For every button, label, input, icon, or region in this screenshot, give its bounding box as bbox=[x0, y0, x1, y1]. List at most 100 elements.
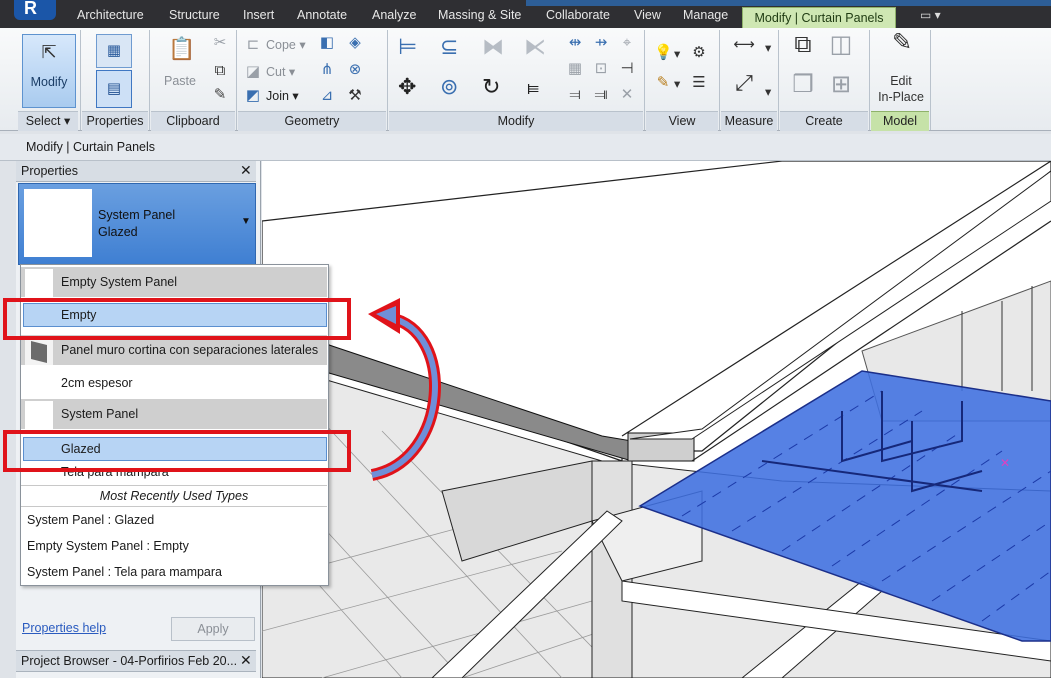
highlight-box-glazed bbox=[3, 430, 351, 472]
match-properties-icon[interactable]: ✎ bbox=[211, 86, 229, 104]
hammer-icon[interactable]: ⚒ bbox=[346, 87, 364, 105]
tab-analyze[interactable]: Analyze bbox=[372, 8, 416, 22]
project-browser-title: Project Browser - 04-Porfirios Feb 20... bbox=[21, 654, 238, 668]
paint-icon[interactable]: ◈ bbox=[346, 34, 364, 52]
highlight-box-empty bbox=[3, 298, 351, 340]
edit-in-place-button[interactable]: ✎ Edit In-Place bbox=[874, 29, 928, 108]
create-similar-icon[interactable]: ⊞ bbox=[826, 73, 856, 97]
paste-icon[interactable]: 📋 bbox=[168, 38, 195, 60]
mru-item[interactable]: Empty System Panel : Empty bbox=[27, 539, 189, 553]
mru-header: Most Recently Used Types bbox=[21, 485, 327, 507]
edit-in-place-icon: ✎ bbox=[891, 29, 913, 56]
paste-button-label[interactable]: Paste bbox=[164, 74, 196, 88]
tab-annotate[interactable]: Annotate bbox=[297, 8, 347, 22]
tab-structure[interactable]: Structure bbox=[169, 8, 220, 22]
application-menu-button[interactable]: R bbox=[14, 0, 56, 20]
mru-item[interactable]: System Panel : Glazed bbox=[27, 513, 154, 527]
close-icon[interactable]: ✕ bbox=[240, 162, 252, 179]
type-option-2cm-espesor[interactable]: 2cm espesor bbox=[21, 368, 327, 398]
copy-icon[interactable]: ⧉ bbox=[211, 62, 229, 80]
properties-toggle-button[interactable]: ▤ bbox=[96, 70, 132, 108]
type-properties-button[interactable]: ▦ bbox=[96, 34, 132, 68]
unpin-icon[interactable]: ⌖ bbox=[618, 34, 636, 52]
svg-text:✕: ✕ bbox=[1000, 456, 1010, 470]
aligned-dimension-icon[interactable]: ⤢ bbox=[726, 72, 762, 94]
chevron-down-icon[interactable]: ▼ bbox=[241, 216, 251, 227]
thin-lines-icon[interactable]: ☰ bbox=[690, 74, 708, 92]
measure-dropdown-arrow[interactable]: ▾ bbox=[765, 40, 771, 55]
options-bar-label: Modify | Curtain Panels bbox=[26, 140, 155, 154]
select-panel-dropdown[interactable]: Select ▾ bbox=[18, 111, 78, 131]
split-face-icon[interactable]: ◧ bbox=[318, 34, 336, 52]
cope-icon[interactable]: ⊏ bbox=[244, 36, 262, 54]
mru-item[interactable]: System Panel : Tela para mampara bbox=[27, 565, 222, 579]
create-parts-icon[interactable]: ◫ bbox=[826, 33, 856, 57]
options-bar: Modify | Curtain Panels bbox=[0, 134, 1051, 161]
align-icon[interactable]: ⊨ bbox=[398, 36, 417, 58]
edit-in-place-label-2: In-Place bbox=[878, 90, 924, 104]
revit-logo-icon: R bbox=[24, 0, 37, 18]
tab-massing-site[interactable]: Massing & Site bbox=[438, 8, 521, 22]
tab-collaborate[interactable]: Collaborate bbox=[546, 8, 610, 22]
create-assembly-icon[interactable]: ⧉ bbox=[788, 33, 818, 57]
split-element-icon[interactable]: ⇹ bbox=[566, 34, 584, 52]
join-icon[interactable]: ◩ bbox=[244, 87, 262, 105]
wall-joins-icon[interactable]: ⋔ bbox=[318, 61, 336, 79]
hide-dropdown-arrow[interactable]: ▾ bbox=[674, 46, 680, 61]
close-icon[interactable]: ✕ bbox=[240, 652, 252, 669]
cursor-arrow-icon: ⇱ bbox=[41, 42, 57, 62]
offset-icon[interactable]: ⊆ bbox=[440, 36, 458, 58]
properties-palette-header: Properties ✕ bbox=[16, 161, 256, 182]
type-thumbnail bbox=[25, 401, 53, 429]
properties-help-link[interactable]: Properties help bbox=[22, 621, 106, 635]
type-thumbnail bbox=[25, 269, 53, 297]
trim-single-icon[interactable]: ⫤ bbox=[566, 86, 584, 104]
linework-icon[interactable]: ✎ bbox=[654, 74, 672, 92]
measure-between-icon[interactable]: ⟷ bbox=[724, 36, 764, 54]
cut-button[interactable]: Cut ▾ bbox=[266, 64, 295, 79]
type-selector-name: Glazed bbox=[98, 225, 138, 239]
tab-insert[interactable]: Insert bbox=[243, 8, 274, 22]
trim-extend-icon[interactable]: ⫢ bbox=[524, 76, 542, 98]
mirror-axis-icon[interactable]: ⧓ bbox=[482, 36, 504, 58]
pin-icon[interactable]: ⊣ bbox=[618, 60, 636, 78]
remove-paint-icon[interactable]: ⊿ bbox=[318, 87, 336, 105]
quick-access-bar bbox=[526, 0, 1051, 6]
list-item-label: System Panel bbox=[61, 407, 139, 421]
move-icon[interactable]: ✥ bbox=[398, 76, 416, 98]
ribbon-toggle-icon[interactable]: ▭ ▾ bbox=[920, 8, 941, 22]
rotate-icon[interactable]: ↻ bbox=[482, 76, 500, 98]
properties-palette-title: Properties bbox=[21, 164, 78, 178]
tab-manage[interactable]: Manage bbox=[683, 8, 728, 22]
properties-panel-title: Properties bbox=[82, 111, 148, 131]
linework-dropdown-arrow[interactable]: ▾ bbox=[674, 76, 680, 91]
list-item-label: Empty System Panel bbox=[61, 275, 178, 289]
cut-geometry-icon[interactable]: ◪ bbox=[244, 63, 262, 81]
select-panel-label: Select bbox=[25, 114, 61, 128]
demolish-icon[interactable]: ⊗ bbox=[346, 61, 364, 79]
apply-button[interactable]: Apply bbox=[171, 617, 255, 641]
cut-scissors-icon[interactable]: ✂ bbox=[211, 34, 229, 52]
scale-icon[interactable]: ⊡ bbox=[592, 60, 610, 78]
project-browser-header: Project Browser - 04-Porfirios Feb 20...… bbox=[16, 650, 256, 672]
copy-element-icon[interactable]: ⊚ bbox=[440, 76, 458, 98]
array-icon[interactable]: ▦ bbox=[566, 60, 584, 78]
modify-button[interactable]: ⇱ Modify bbox=[22, 34, 76, 108]
create-group-icon[interactable]: ❒ bbox=[788, 73, 818, 97]
trim-multiple-icon[interactable]: ⫥ bbox=[592, 86, 610, 104]
tab-modify-curtain-panels[interactable]: Modify | Curtain Panels bbox=[742, 7, 896, 29]
family-header-system-panel: System Panel bbox=[21, 399, 327, 429]
delete-icon[interactable]: ✕ bbox=[618, 86, 636, 104]
dimension-dropdown-arrow[interactable]: ▾ bbox=[765, 84, 771, 99]
edit-in-place-label-1: Edit bbox=[890, 74, 912, 88]
join-button[interactable]: Join ▾ bbox=[266, 88, 299, 103]
mirror-draw-icon[interactable]: ⧔ bbox=[524, 36, 546, 58]
override-graphics-icon[interactable]: ⚙ bbox=[690, 44, 708, 62]
tab-view[interactable]: View bbox=[634, 8, 661, 22]
hide-element-icon[interactable]: 💡 bbox=[654, 44, 673, 62]
tab-architecture[interactable]: Architecture bbox=[77, 8, 144, 22]
type-selector-family: System Panel bbox=[98, 208, 176, 222]
split-gap-icon[interactable]: ⇸ bbox=[592, 34, 610, 52]
measure-panel-title: Measure bbox=[721, 111, 777, 131]
cope-button[interactable]: Cope ▾ bbox=[266, 37, 306, 52]
